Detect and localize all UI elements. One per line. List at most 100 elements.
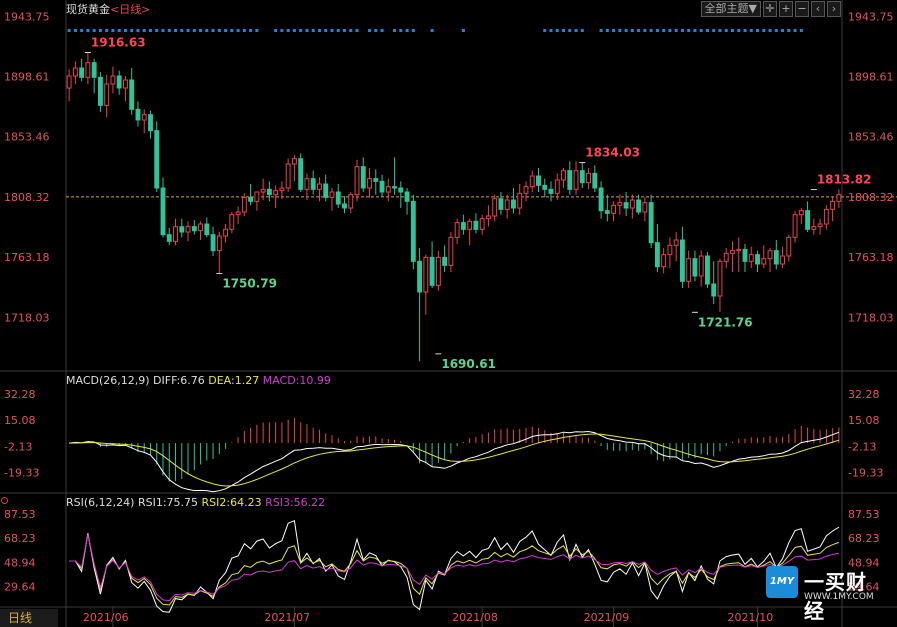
candle-body — [260, 188, 266, 193]
candle — [442, 245, 448, 272]
candle — [216, 232, 222, 274]
event-dot — [305, 29, 309, 32]
candle — [654, 224, 660, 272]
candle-body — [730, 250, 735, 254]
dea-line — [69, 433, 840, 487]
candle-body — [354, 166, 360, 196]
event-dot — [618, 29, 622, 32]
event-dot — [630, 29, 634, 32]
candle — [285, 158, 291, 192]
candle-body — [304, 178, 310, 190]
rsi3-line — [69, 534, 839, 602]
candle-body — [723, 252, 729, 262]
zoom-out-icon[interactable]: − — [795, 1, 809, 17]
candle — [542, 178, 548, 198]
candle — [667, 237, 673, 268]
candle-body — [204, 223, 210, 236]
event-dot — [255, 29, 259, 32]
zoom-in-icon[interactable]: + — [779, 1, 793, 17]
candle — [385, 178, 391, 202]
candle-body — [310, 178, 316, 190]
candle-body — [617, 202, 623, 206]
event-dot — [724, 29, 728, 32]
candle — [97, 72, 103, 112]
event-dot — [737, 29, 741, 32]
chart-canvas[interactable]: 1916.63 1750.79 1690.61 1834.03 1721.76 1813.… — [0, 0, 897, 627]
candle-body — [179, 226, 185, 233]
candle — [66, 69, 72, 102]
event-dots-row — [67, 29, 803, 32]
event-dot — [793, 29, 797, 32]
candle-body — [742, 248, 748, 262]
candle-body — [523, 186, 529, 194]
candle — [329, 188, 335, 211]
period-tab-daily[interactable]: 日线 — [0, 609, 58, 627]
candle — [141, 109, 147, 134]
event-dot — [155, 29, 159, 32]
watermark: 1MY 一买财经 WWW.1MY.COM — [766, 566, 886, 623]
crosshair-icon[interactable]: ✛ — [763, 1, 777, 17]
candle — [72, 61, 78, 84]
rsi3-value: RSI3:56.22 — [265, 496, 326, 509]
candle — [748, 246, 754, 268]
event-dot — [574, 29, 578, 32]
event-dot — [336, 29, 340, 32]
price-annotation: 1813.82 — [817, 173, 872, 187]
candle — [673, 232, 679, 262]
price-annotation: 1916.63 — [91, 35, 146, 49]
x-axis-label: 2021/06 — [83, 611, 129, 624]
candle-body — [191, 226, 197, 232]
candle — [692, 250, 698, 282]
candle — [467, 218, 473, 246]
candle-body — [410, 200, 416, 262]
instrument-name: 现货黄金 — [66, 3, 110, 16]
period-label[interactable]: <日线> — [110, 3, 150, 16]
event-dot — [249, 29, 253, 32]
scroll-left-icon[interactable]: ‹ — [811, 1, 825, 17]
theme-select-button[interactable]: 全部主题▼ — [700, 1, 761, 17]
candle-body — [548, 188, 554, 194]
candle — [567, 161, 573, 195]
event-dot — [693, 29, 697, 32]
candle-body — [392, 186, 397, 189]
candle — [686, 250, 692, 288]
candle-body — [648, 202, 654, 244]
candle — [135, 101, 141, 127]
price-tick-label: 1898.61 — [848, 71, 894, 84]
event-dot — [105, 29, 109, 32]
event-dot — [680, 29, 684, 32]
panel-marker-icon[interactable] — [1, 497, 8, 504]
candle-body — [586, 172, 591, 184]
candle-body — [442, 256, 448, 266]
macd-tick-label: 32.28 — [848, 388, 880, 401]
event-dot — [368, 29, 372, 32]
candle — [342, 196, 347, 214]
price-annotation: 1690.61 — [441, 357, 496, 371]
candle-body — [686, 258, 692, 282]
candle — [711, 261, 717, 304]
scroll-right-icon[interactable]: › — [827, 1, 841, 17]
candle — [473, 213, 479, 234]
x-axis-label: 2021/08 — [452, 611, 498, 624]
candle-body — [479, 218, 485, 230]
candle — [223, 224, 229, 243]
candle-body — [529, 175, 535, 188]
candle-body — [654, 242, 660, 268]
candle-body — [360, 166, 366, 189]
candle — [354, 160, 360, 202]
event-dot — [649, 29, 653, 32]
candle-body — [104, 83, 110, 106]
candle-body — [661, 254, 667, 268]
event-dot — [768, 29, 772, 32]
event-dot — [730, 29, 734, 32]
candle-body — [567, 170, 573, 190]
event-dot — [217, 29, 221, 32]
event-dot — [599, 29, 603, 32]
candle-body — [279, 187, 285, 192]
price-annotation: 1721.76 — [698, 315, 753, 329]
candle — [148, 110, 153, 139]
candle — [373, 169, 379, 195]
candle — [173, 218, 178, 246]
event-dot — [349, 29, 353, 32]
event-dot — [161, 29, 165, 32]
